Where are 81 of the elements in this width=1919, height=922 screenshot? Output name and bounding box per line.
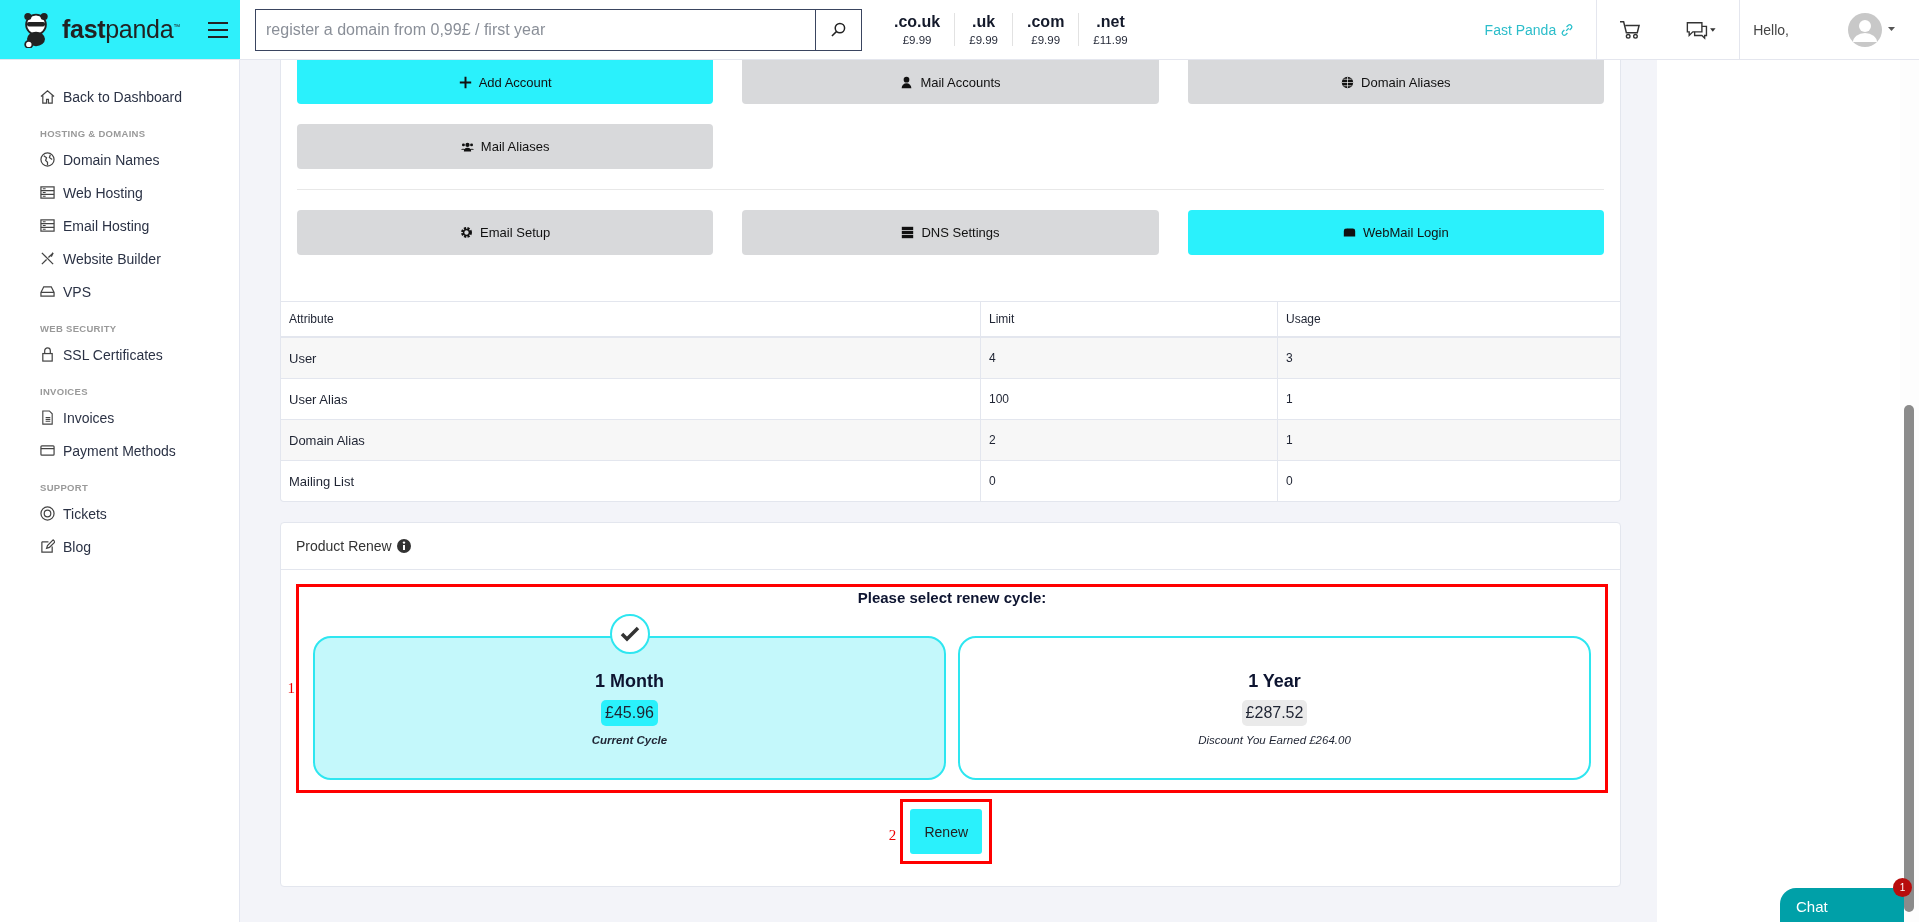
- check-icon: [609, 614, 650, 654]
- sidebar-item[interactable]: Blog: [63, 538, 92, 555]
- lifebuoy-icon: [40, 506, 55, 521]
- sidebar-heading: HOSTING & DOMAINS: [40, 126, 147, 141]
- action-button[interactable]: Email Setup: [297, 210, 714, 255]
- sidebar-heading: INVOICES: [40, 384, 89, 399]
- action-button[interactable]: DNS Settings: [742, 210, 1159, 255]
- document-icon: [40, 410, 55, 425]
- server-icon: [901, 226, 915, 239]
- search-field[interactable]: register a domain from 0,99£ / first year: [255, 8, 816, 51]
- cycle-option[interactable]: 1 Year £287.52 Discount You Earned £264.00: [958, 636, 1591, 780]
- cycle-note: Discount You Earned £264.00: [1198, 733, 1351, 746]
- globe-icon: [40, 152, 55, 167]
- sidebar-item[interactable]: Tickets: [63, 505, 107, 522]
- sidebar-item[interactable]: Invoices: [63, 409, 115, 426]
- domain-price: £9.99: [969, 34, 998, 46]
- table-cell: User: [281, 337, 981, 379]
- domain-price: £9.99: [1031, 34, 1061, 46]
- edit-icon: [40, 539, 55, 554]
- table-cell: 3: [1277, 337, 1620, 379]
- domain-extension[interactable]: .uk: [972, 13, 996, 31]
- table-cell: 1: [1277, 419, 1620, 461]
- search-icon: [831, 22, 846, 37]
- menu-icon[interactable]: [208, 21, 228, 38]
- action-button[interactable]: Mail Accounts: [742, 60, 1159, 104]
- table-cell: 0: [1277, 460, 1620, 501]
- brand-name[interactable]: fastpanda$^{™}$: [62, 15, 180, 44]
- action-button[interactable]: Mail Aliases: [297, 124, 714, 169]
- action-button[interactable]: Add Account: [297, 60, 714, 104]
- domain-extension[interactable]: .com: [1027, 13, 1065, 31]
- sidebar-item[interactable]: Payment Methods: [63, 442, 176, 459]
- server-icon: [40, 218, 55, 233]
- action-button[interactable]: WebMail Login: [1187, 210, 1604, 255]
- annotation-number: 1: [286, 680, 295, 697]
- lock-icon: [40, 347, 55, 362]
- domain-extension[interactable]: .net: [1096, 13, 1125, 31]
- table-cell: 2: [980, 419, 1278, 461]
- table-cell: Domain Alias: [281, 419, 981, 461]
- home-icon: [40, 89, 55, 104]
- renew-prompt: Please select renew cycle:: [856, 589, 1048, 606]
- scrollbar-thumb[interactable]: [1904, 405, 1914, 912]
- sidebar-heading: WEB SECURITY: [40, 321, 118, 336]
- sidebar-item[interactable]: VPS: [63, 283, 91, 300]
- domain-price: £9.99: [902, 34, 932, 46]
- gear-icon: [460, 226, 474, 239]
- action-button[interactable]: Domain Aliases: [1187, 60, 1604, 104]
- sidebar-item[interactable]: SSL Certificates: [63, 346, 163, 363]
- plus-icon: [458, 75, 472, 89]
- sidebar-item[interactable]: Domain Names: [63, 151, 160, 168]
- table-cell: 0: [980, 460, 1278, 501]
- sidebar-item[interactable]: Website Builder: [63, 250, 161, 267]
- mailbox-icon: [1342, 226, 1356, 239]
- cycle-note: Current Cycle: [591, 733, 668, 746]
- sidebar-item[interactable]: Back to Dashboard: [63, 88, 183, 105]
- cycle-name: 1 Month: [595, 670, 664, 692]
- sidebar-item[interactable]: Web Hosting: [63, 184, 143, 201]
- drive-icon: [40, 284, 55, 299]
- info-icon[interactable]: [396, 539, 411, 553]
- renew-button[interactable]: Renew: [910, 809, 983, 854]
- sidebar-item[interactable]: Email Hosting: [63, 217, 150, 234]
- greeting-text: Hello,: [1753, 21, 1789, 38]
- server-icon: [40, 185, 55, 200]
- table-cell: 4: [980, 337, 1278, 379]
- annotation-number: 2: [888, 827, 897, 844]
- domain-price: £11.99: [1093, 34, 1128, 46]
- cycle-name: 1 Year: [1248, 670, 1301, 692]
- search-button[interactable]: [816, 8, 862, 51]
- cycle-price: £287.52: [1241, 699, 1308, 726]
- panel-title: Product Renew: [296, 538, 392, 554]
- tools-icon: [40, 251, 55, 266]
- cart-icon[interactable]: [1619, 19, 1642, 40]
- cycle-price: £45.96: [601, 699, 658, 726]
- users-icon: [460, 140, 474, 153]
- cycle-option[interactable]: 1 Month £45.96 Current Cycle: [313, 636, 946, 780]
- card-icon: [40, 443, 55, 458]
- chat-dropdown-icon[interactable]: [1685, 19, 1718, 40]
- user-icon: [900, 75, 914, 89]
- sidebar-heading: SUPPORT: [40, 480, 90, 495]
- domain-extension[interactable]: .co.uk: [894, 13, 941, 31]
- table-cell: Mailing List: [281, 460, 981, 501]
- globe-icon: [1341, 75, 1354, 89]
